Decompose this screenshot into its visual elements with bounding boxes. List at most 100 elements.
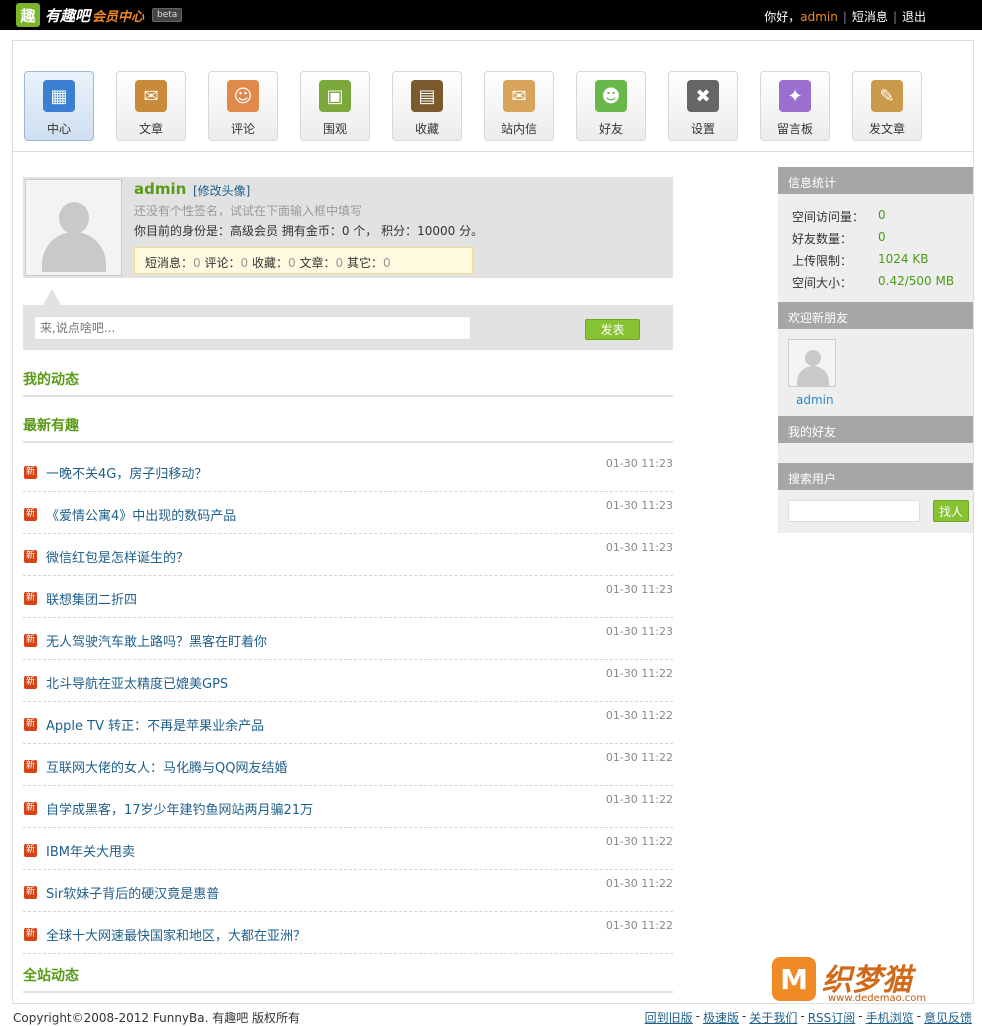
search-user-input[interactable]: [788, 500, 920, 522]
new-badge-icon: 新: [24, 718, 37, 731]
stat-value: 0: [878, 230, 886, 244]
news-title-link[interactable]: IBM年关大甩卖: [46, 841, 135, 860]
news-title-link[interactable]: 互联网大佬的女人：马化腾与QQ网友结婚: [46, 757, 287, 776]
info-stats: 空间访问量： 0 好友数量： 0 上传限制： 1024 KB 空间大小： 0.42/500 M…: [778, 194, 973, 302]
latest-title[interactable]: 最新有趣: [23, 415, 673, 441]
profile-name[interactable]: admin: [134, 180, 186, 198]
friend-avatar[interactable]: [788, 339, 836, 387]
picture-icon: ▣: [319, 80, 351, 112]
nav-item-0[interactable]: ▦ 中心: [24, 71, 94, 141]
news-row: 新联想集团二折四 01-30 11:23: [23, 576, 673, 618]
user-icon: ☺: [227, 80, 259, 112]
footer-separator: -: [800, 1009, 805, 1023]
nav-item-6[interactable]: ☻ 好友: [576, 71, 646, 141]
new-badge-icon: 新: [24, 802, 37, 815]
info-stats-header: 信息统计: [778, 167, 973, 194]
news-row: 新全球十大网速最快国家和地区，大都在亚洲？ 01-30 11:22: [23, 912, 673, 954]
nav-item-5[interactable]: ✉ 站内信: [484, 71, 554, 141]
news-time: 01-30 11:23: [605, 625, 673, 638]
username-link[interactable]: admin: [800, 10, 838, 24]
footer-link[interactable]: RSS订阅: [808, 1009, 856, 1026]
post-pointer: [43, 289, 61, 305]
new-badge-icon: 新: [24, 634, 37, 647]
new-friend[interactable]: admin: [778, 329, 973, 416]
avatar-placeholder-icon: [805, 350, 821, 366]
news-title-link[interactable]: 自学成黑客，17岁少年建钓鱼网站两月骗21万: [46, 799, 313, 818]
stat-label: 空间大小：: [792, 276, 853, 290]
friend-name-link[interactable]: admin: [796, 393, 834, 407]
stat-value: 0: [878, 208, 886, 222]
news-title-link[interactable]: 北斗导航在亚太精度已媲美GPS: [46, 673, 228, 692]
site-activity-section: 全站动态: [23, 965, 673, 993]
nav-item-8[interactable]: ✦ 留言板: [760, 71, 830, 141]
status-input[interactable]: [34, 316, 471, 340]
stat-messages[interactable]: 0: [193, 256, 201, 270]
signature-hint: 还没有个性签名，试试在下面输入框中填写: [134, 204, 363, 218]
messages-link[interactable]: 短消息: [852, 8, 888, 25]
nav-divider: [13, 151, 973, 152]
news-title-link[interactable]: 无人驾驶汽车敢上路吗？黑客在盯着你: [46, 631, 267, 650]
site-logo[interactable]: 趣 有趣吧 会员中心 beta: [16, 3, 183, 27]
news-title-link[interactable]: 一晚不关4G，房子归移动？: [46, 463, 207, 482]
new-badge-icon: 新: [24, 928, 37, 941]
search-user-button[interactable]: 找人: [933, 500, 969, 522]
search-user-header: 搜索用户: [778, 463, 973, 490]
news-title-link[interactable]: Apple TV 转正：不再是苹果业余产品: [46, 715, 264, 734]
news-time: 01-30 11:22: [605, 793, 673, 806]
stat-comments[interactable]: 0: [241, 256, 249, 270]
stat-label: 收藏：: [251, 256, 288, 270]
footer-link[interactable]: 意见反馈: [924, 1009, 972, 1026]
news-title-link[interactable]: 《爱情公寓4》中出现的数码产品: [46, 505, 236, 524]
nav-item-9[interactable]: ✎ 发文章: [852, 71, 922, 141]
news-title-link[interactable]: 联想集团二折四: [46, 589, 137, 608]
inbox-icon: ✉: [135, 80, 167, 112]
separator: |: [892, 9, 897, 24]
news-title-link[interactable]: 全球十大网速最快国家和地区，大都在亚洲？: [46, 925, 306, 944]
news-title-link[interactable]: Sir软妹子背后的硬汉竟是惠普: [46, 883, 219, 902]
site-activity-title[interactable]: 全站动态: [23, 965, 673, 991]
profile-stats: 短消息：0 评论：0 收藏：0 文章：0 其它：0: [134, 247, 473, 274]
new-badge-icon: 新: [24, 676, 37, 689]
nav-label: 围观: [322, 122, 347, 136]
footer-separator: -: [742, 1009, 747, 1023]
news-time: 01-30 11:22: [605, 751, 673, 764]
news-title-link[interactable]: 微信红包是怎样诞生的？: [46, 547, 189, 566]
nav-item-4[interactable]: ▤ 收藏: [392, 71, 462, 141]
stat-label: 评论：: [204, 256, 241, 270]
news-list: 新一晚不关4G，房子归移动？ 01-30 11:23 新《爱情公寓4》中出现的数码产…: [23, 450, 673, 954]
news-time: 01-30 11:22: [605, 835, 673, 848]
stat-other[interactable]: 0: [383, 256, 391, 270]
stat-value: 1024 KB: [878, 252, 929, 266]
avatar-body: [42, 232, 106, 272]
nav-label: 评论: [230, 122, 255, 136]
copyright: Copyright©2008-2012 FunnyBa. 有趣吧 版权所有: [13, 1011, 301, 1025]
post-button[interactable]: 发表: [585, 319, 640, 340]
nav-item-7[interactable]: ✖ 设置: [668, 71, 738, 141]
news-time: 01-30 11:23: [605, 583, 673, 596]
news-time: 01-30 11:23: [605, 499, 673, 512]
stat-articles[interactable]: 0: [335, 256, 343, 270]
stat-row: 好友数量： 0: [792, 230, 973, 252]
my-activity-title[interactable]: 我的动态: [23, 369, 673, 395]
logo-subtitle: 会员中心: [92, 9, 145, 25]
nav-item-2[interactable]: ☺ 评论: [208, 71, 278, 141]
footer-link[interactable]: 关于我们: [749, 1009, 797, 1026]
stat-favorites[interactable]: 0: [288, 256, 296, 270]
stat-label: 短消息：: [145, 256, 194, 270]
nav-item-1[interactable]: ✉ 文章: [116, 71, 186, 141]
footer-link[interactable]: 极速版: [703, 1009, 739, 1026]
new-badge-icon: 新: [24, 550, 37, 563]
edit-avatar-link[interactable]: [修改头像]: [193, 182, 250, 199]
news-row: 新 Apple TV 转正：不再是苹果业余产品 01-30 11:22: [23, 702, 673, 744]
logout-link[interactable]: 退出: [902, 8, 926, 25]
new-badge-icon: 新: [24, 592, 37, 605]
nav-label: 留言板: [776, 122, 813, 136]
footer-link[interactable]: 手机浏览: [866, 1009, 914, 1026]
profile-card: admin [修改头像] 还没有个性签名，试试在下面输入框中填写 你目前的身份是…: [23, 177, 673, 278]
new-badge-icon: 新: [24, 508, 37, 521]
nav-item-3[interactable]: ▣ 围观: [300, 71, 370, 141]
avatar[interactable]: [25, 179, 122, 276]
footer-link[interactable]: 回到旧版: [645, 1009, 693, 1026]
stat-label: 好友数量：: [792, 232, 853, 246]
watermark-logo-icon: M: [772, 957, 816, 1001]
